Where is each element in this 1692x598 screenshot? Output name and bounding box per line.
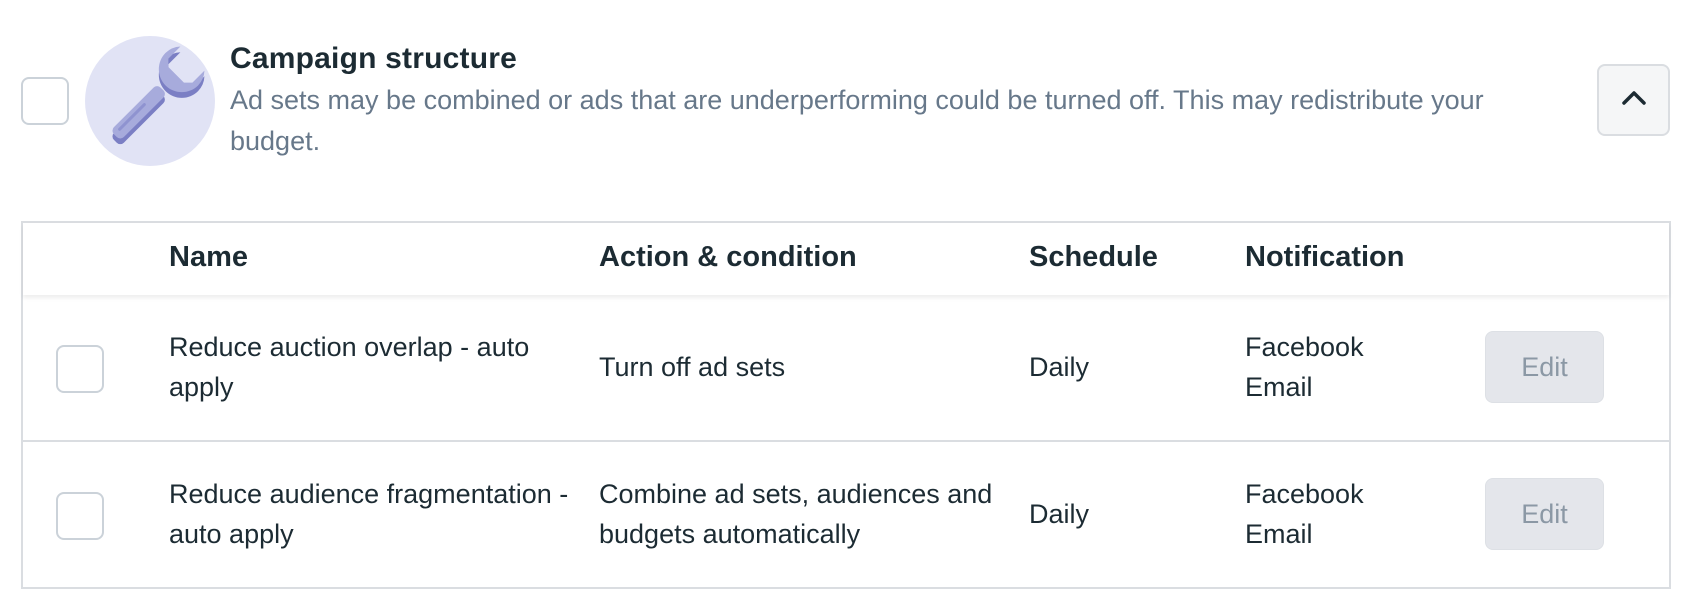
rules-table: Name Action & condition Schedule Notific… — [21, 221, 1671, 589]
rule-action: Turn off ad sets — [599, 352, 786, 382]
rule-notification: Facebook Email — [1245, 327, 1445, 407]
table-header: Name Action & condition Schedule Notific… — [23, 223, 1669, 295]
column-header-notification: Notification — [1245, 241, 1405, 273]
rule-name: Reduce audience fragmentation - auto app… — [169, 479, 569, 549]
wrench-icon — [85, 36, 215, 166]
notification-channel: Email — [1245, 519, 1313, 549]
section-description: Ad sets may be combined or ads that are … — [230, 85, 1484, 156]
section-title: Campaign structure — [230, 42, 517, 75]
row-select-checkbox[interactable] — [56, 492, 104, 540]
rule-action: Combine ad sets, audiences and budgets a… — [599, 479, 993, 549]
edit-button[interactable]: Edit — [1485, 331, 1604, 403]
notification-channel: Email — [1245, 372, 1313, 402]
edit-button[interactable]: Edit — [1485, 478, 1604, 550]
campaign-structure-section: Campaign structure Ad sets may be combin… — [0, 0, 1692, 200]
rule-name: Reduce auction overlap - auto apply — [169, 332, 530, 402]
column-header-action: Action & condition — [599, 241, 857, 273]
table-row: Reduce audience fragmentation - auto app… — [23, 442, 1669, 587]
collapse-button[interactable] — [1597, 64, 1670, 136]
section-select-checkbox[interactable] — [21, 77, 69, 125]
column-header-schedule: Schedule — [1029, 241, 1158, 273]
chevron-up-icon — [1621, 90, 1647, 111]
rule-schedule: Daily — [1029, 499, 1090, 529]
column-header-name: Name — [169, 241, 248, 273]
rule-notification: Facebook Email — [1245, 474, 1445, 554]
notification-channel: Facebook — [1245, 479, 1364, 509]
rule-schedule: Daily — [1029, 352, 1090, 382]
row-select-checkbox[interactable] — [56, 345, 104, 393]
table-row: Reduce auction overlap - auto apply Turn… — [23, 295, 1669, 442]
notification-channel: Facebook — [1245, 332, 1364, 362]
